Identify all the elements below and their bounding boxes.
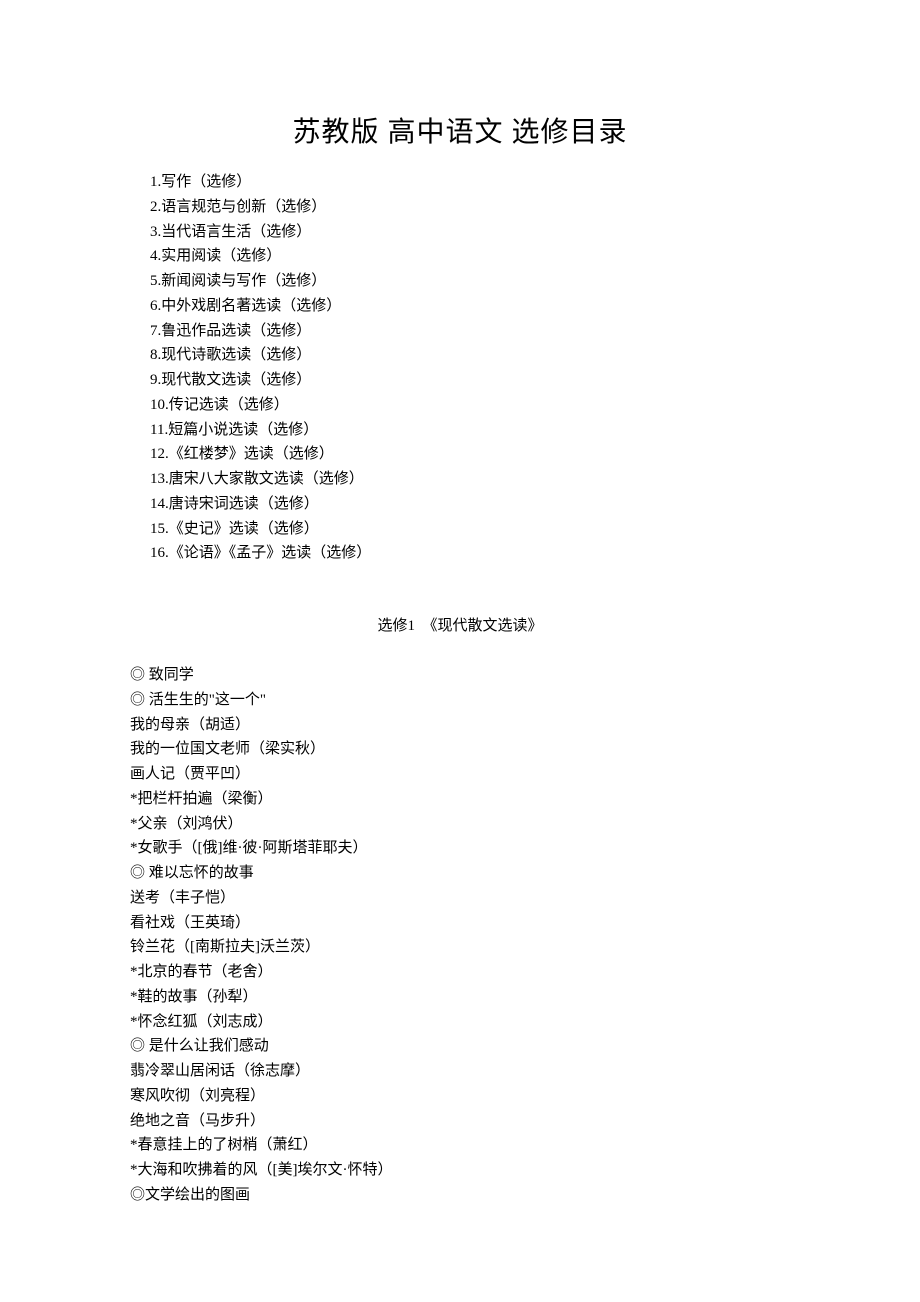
toc-item: 16.《论语》《孟子》选读（选修） [150,541,790,566]
toc-item: 12.《红楼梦》选读（选修） [150,442,790,467]
list-item: ◎文学绘出的图画 [130,1183,790,1208]
list-item: *怀念红狐（刘志成） [130,1010,790,1035]
toc-item: 6.中外戏剧名著选读（选修） [150,294,790,319]
list-item: ◎ 是什么让我们感动 [130,1034,790,1059]
list-item: *把栏杆拍遍（梁衡） [130,787,790,812]
toc-item: 5.新闻阅读与写作（选修） [150,269,790,294]
list-item: ◎ 活生生的"这一个" [130,688,790,713]
toc-item: 1.写作（选修） [150,170,790,195]
list-item: 送考（丰子恺） [130,886,790,911]
list-item: 翡冷翠山居闲话（徐志摩） [130,1059,790,1084]
list-item: *春意挂上的了树梢（萧红） [130,1133,790,1158]
toc-item: 15.《史记》选读（选修） [150,517,790,542]
toc-item: 8.现代诗歌选读（选修） [150,343,790,368]
toc-item: 2.语言规范与创新（选修） [150,195,790,220]
page-title: 苏教版 高中语文 选修目录 [130,110,790,150]
content-list: ◎ 致同学 ◎ 活生生的"这一个" 我的母亲（胡适） 我的一位国文老师（梁实秋）… [130,663,790,1208]
toc-item: 4.实用阅读（选修） [150,244,790,269]
list-item: 我的一位国文老师（梁实秋） [130,737,790,762]
list-item: *大海和吹拂着的风（[美]埃尔文·怀特） [130,1158,790,1183]
list-item: 绝地之音（马步升） [130,1109,790,1134]
list-item: ◎ 致同学 [130,663,790,688]
list-item: *鞋的故事（孙犁） [130,985,790,1010]
toc-item: 14.唐诗宋词选读（选修） [150,492,790,517]
toc-item: 10.传记选读（选修） [150,393,790,418]
table-of-contents: 1.写作（选修） 2.语言规范与创新（选修） 3.当代语言生活（选修） 4.实用… [150,170,790,566]
list-item: ◎ 难以忘怀的故事 [130,861,790,886]
list-item: 画人记（贾平凹） [130,762,790,787]
toc-item: 3.当代语言生活（选修） [150,220,790,245]
section-header: 选修1 《现代散文选读》 [130,614,790,635]
list-item: *父亲（刘鸿伏） [130,812,790,837]
list-item: 寒风吹彻（刘亮程） [130,1084,790,1109]
toc-item: 9.现代散文选读（选修） [150,368,790,393]
list-item: 铃兰花（[南斯拉夫]沃兰茨） [130,935,790,960]
list-item: *女歌手（[俄]维·彼·阿斯塔菲耶夫） [130,836,790,861]
list-item: *北京的春节（老舍） [130,960,790,985]
toc-item: 11.短篇小说选读（选修） [150,418,790,443]
toc-item: 13.唐宋八大家散文选读（选修） [150,467,790,492]
list-item: 看社戏（王英琦） [130,911,790,936]
toc-item: 7.鲁迅作品选读（选修） [150,319,790,344]
list-item: 我的母亲（胡适） [130,713,790,738]
